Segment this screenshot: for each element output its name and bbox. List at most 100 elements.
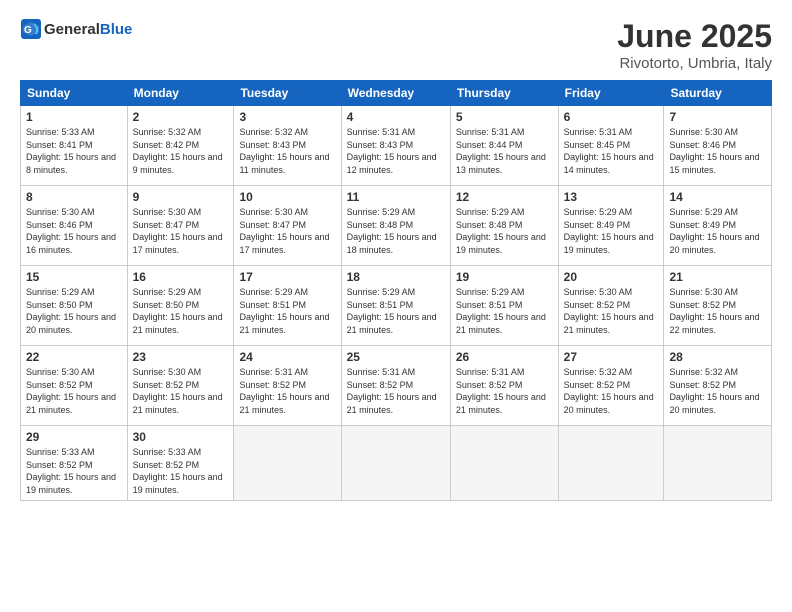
day-detail: Sunrise: 5:33 AM Sunset: 8:52 PM Dayligh… (133, 446, 229, 496)
day-number: 26 (456, 350, 553, 364)
table-row (234, 426, 341, 501)
day-detail: Sunrise: 5:33 AM Sunset: 8:52 PM Dayligh… (26, 446, 122, 496)
day-detail: Sunrise: 5:30 AM Sunset: 8:46 PM Dayligh… (669, 126, 766, 176)
day-detail: Sunrise: 5:32 AM Sunset: 8:43 PM Dayligh… (239, 126, 335, 176)
col-saturday: Saturday (664, 81, 772, 106)
table-row: 22 Sunrise: 5:30 AM Sunset: 8:52 PM Dayl… (21, 346, 128, 426)
day-number: 7 (669, 110, 766, 124)
table-row (558, 426, 664, 501)
day-number: 24 (239, 350, 335, 364)
header-row: Sunday Monday Tuesday Wednesday Thursday… (21, 81, 772, 106)
table-row: 20 Sunrise: 5:30 AM Sunset: 8:52 PM Dayl… (558, 266, 664, 346)
table-row: 1 Sunrise: 5:33 AM Sunset: 8:41 PM Dayli… (21, 106, 128, 186)
table-row: 4 Sunrise: 5:31 AM Sunset: 8:43 PM Dayli… (341, 106, 450, 186)
day-detail: Sunrise: 5:30 AM Sunset: 8:47 PM Dayligh… (133, 206, 229, 256)
day-detail: Sunrise: 5:30 AM Sunset: 8:52 PM Dayligh… (133, 366, 229, 416)
logo-general: General (44, 21, 100, 38)
page: G GeneralBlue June 2025 Rivotorto, Umbri… (0, 0, 792, 612)
day-detail: Sunrise: 5:30 AM Sunset: 8:47 PM Dayligh… (239, 206, 335, 256)
day-detail: Sunrise: 5:33 AM Sunset: 8:41 PM Dayligh… (26, 126, 122, 176)
title-area: June 2025 Rivotorto, Umbria, Italy (617, 18, 772, 72)
svg-text:G: G (24, 25, 32, 36)
col-tuesday: Tuesday (234, 81, 341, 106)
table-row: 18 Sunrise: 5:29 AM Sunset: 8:51 PM Dayl… (341, 266, 450, 346)
day-detail: Sunrise: 5:29 AM Sunset: 8:48 PM Dayligh… (456, 206, 553, 256)
table-row: 6 Sunrise: 5:31 AM Sunset: 8:45 PM Dayli… (558, 106, 664, 186)
table-row: 2 Sunrise: 5:32 AM Sunset: 8:42 PM Dayli… (127, 106, 234, 186)
table-row (341, 426, 450, 501)
day-detail: Sunrise: 5:29 AM Sunset: 8:50 PM Dayligh… (133, 286, 229, 336)
day-detail: Sunrise: 5:31 AM Sunset: 8:44 PM Dayligh… (456, 126, 553, 176)
table-row: 10 Sunrise: 5:30 AM Sunset: 8:47 PM Dayl… (234, 186, 341, 266)
table-row: 12 Sunrise: 5:29 AM Sunset: 8:48 PM Dayl… (450, 186, 558, 266)
header: G GeneralBlue June 2025 Rivotorto, Umbri… (20, 18, 772, 72)
table-row: 14 Sunrise: 5:29 AM Sunset: 8:49 PM Dayl… (664, 186, 772, 266)
day-number: 30 (133, 430, 229, 444)
col-wednesday: Wednesday (341, 81, 450, 106)
table-row: 11 Sunrise: 5:29 AM Sunset: 8:48 PM Dayl… (341, 186, 450, 266)
table-row: 30 Sunrise: 5:33 AM Sunset: 8:52 PM Dayl… (127, 426, 234, 501)
day-detail: Sunrise: 5:32 AM Sunset: 8:52 PM Dayligh… (564, 366, 659, 416)
table-row (450, 426, 558, 501)
day-detail: Sunrise: 5:31 AM Sunset: 8:52 PM Dayligh… (347, 366, 445, 416)
day-detail: Sunrise: 5:31 AM Sunset: 8:52 PM Dayligh… (456, 366, 553, 416)
table-row: 19 Sunrise: 5:29 AM Sunset: 8:51 PM Dayl… (450, 266, 558, 346)
calendar-table: Sunday Monday Tuesday Wednesday Thursday… (20, 80, 772, 501)
day-number: 19 (456, 270, 553, 284)
day-detail: Sunrise: 5:29 AM Sunset: 8:49 PM Dayligh… (564, 206, 659, 256)
day-number: 11 (347, 190, 445, 204)
day-number: 1 (26, 110, 122, 124)
day-number: 2 (133, 110, 229, 124)
col-sunday: Sunday (21, 81, 128, 106)
table-row: 21 Sunrise: 5:30 AM Sunset: 8:52 PM Dayl… (664, 266, 772, 346)
table-row: 29 Sunrise: 5:33 AM Sunset: 8:52 PM Dayl… (21, 426, 128, 501)
month-title: June 2025 (617, 18, 772, 55)
day-number: 20 (564, 270, 659, 284)
table-row: 5 Sunrise: 5:31 AM Sunset: 8:44 PM Dayli… (450, 106, 558, 186)
table-row: 23 Sunrise: 5:30 AM Sunset: 8:52 PM Dayl… (127, 346, 234, 426)
day-detail: Sunrise: 5:30 AM Sunset: 8:52 PM Dayligh… (669, 286, 766, 336)
day-number: 13 (564, 190, 659, 204)
day-detail: Sunrise: 5:31 AM Sunset: 8:52 PM Dayligh… (239, 366, 335, 416)
col-friday: Friday (558, 81, 664, 106)
day-detail: Sunrise: 5:30 AM Sunset: 8:52 PM Dayligh… (26, 366, 122, 416)
day-number: 4 (347, 110, 445, 124)
day-detail: Sunrise: 5:29 AM Sunset: 8:49 PM Dayligh… (669, 206, 766, 256)
table-row: 26 Sunrise: 5:31 AM Sunset: 8:52 PM Dayl… (450, 346, 558, 426)
day-detail: Sunrise: 5:29 AM Sunset: 8:51 PM Dayligh… (239, 286, 335, 336)
table-row: 28 Sunrise: 5:32 AM Sunset: 8:52 PM Dayl… (664, 346, 772, 426)
day-detail: Sunrise: 5:29 AM Sunset: 8:51 PM Dayligh… (347, 286, 445, 336)
day-number: 22 (26, 350, 122, 364)
col-monday: Monday (127, 81, 234, 106)
day-number: 12 (456, 190, 553, 204)
day-number: 28 (669, 350, 766, 364)
day-number: 6 (564, 110, 659, 124)
day-number: 14 (669, 190, 766, 204)
day-number: 23 (133, 350, 229, 364)
day-detail: Sunrise: 5:29 AM Sunset: 8:51 PM Dayligh… (456, 286, 553, 336)
logo: G GeneralBlue (20, 18, 132, 40)
col-thursday: Thursday (450, 81, 558, 106)
table-row: 9 Sunrise: 5:30 AM Sunset: 8:47 PM Dayli… (127, 186, 234, 266)
table-row: 15 Sunrise: 5:29 AM Sunset: 8:50 PM Dayl… (21, 266, 128, 346)
table-row: 27 Sunrise: 5:32 AM Sunset: 8:52 PM Dayl… (558, 346, 664, 426)
day-number: 9 (133, 190, 229, 204)
day-detail: Sunrise: 5:31 AM Sunset: 8:45 PM Dayligh… (564, 126, 659, 176)
table-row: 25 Sunrise: 5:31 AM Sunset: 8:52 PM Dayl… (341, 346, 450, 426)
day-number: 3 (239, 110, 335, 124)
day-number: 10 (239, 190, 335, 204)
table-row: 13 Sunrise: 5:29 AM Sunset: 8:49 PM Dayl… (558, 186, 664, 266)
day-number: 29 (26, 430, 122, 444)
day-detail: Sunrise: 5:29 AM Sunset: 8:48 PM Dayligh… (347, 206, 445, 256)
table-row: 17 Sunrise: 5:29 AM Sunset: 8:51 PM Dayl… (234, 266, 341, 346)
day-number: 27 (564, 350, 659, 364)
table-row: 3 Sunrise: 5:32 AM Sunset: 8:43 PM Dayli… (234, 106, 341, 186)
day-number: 15 (26, 270, 122, 284)
day-detail: Sunrise: 5:32 AM Sunset: 8:42 PM Dayligh… (133, 126, 229, 176)
day-detail: Sunrise: 5:30 AM Sunset: 8:46 PM Dayligh… (26, 206, 122, 256)
table-row: 16 Sunrise: 5:29 AM Sunset: 8:50 PM Dayl… (127, 266, 234, 346)
logo-icon: G (20, 18, 42, 40)
day-detail: Sunrise: 5:31 AM Sunset: 8:43 PM Dayligh… (347, 126, 445, 176)
table-row: 24 Sunrise: 5:31 AM Sunset: 8:52 PM Dayl… (234, 346, 341, 426)
day-detail: Sunrise: 5:30 AM Sunset: 8:52 PM Dayligh… (564, 286, 659, 336)
